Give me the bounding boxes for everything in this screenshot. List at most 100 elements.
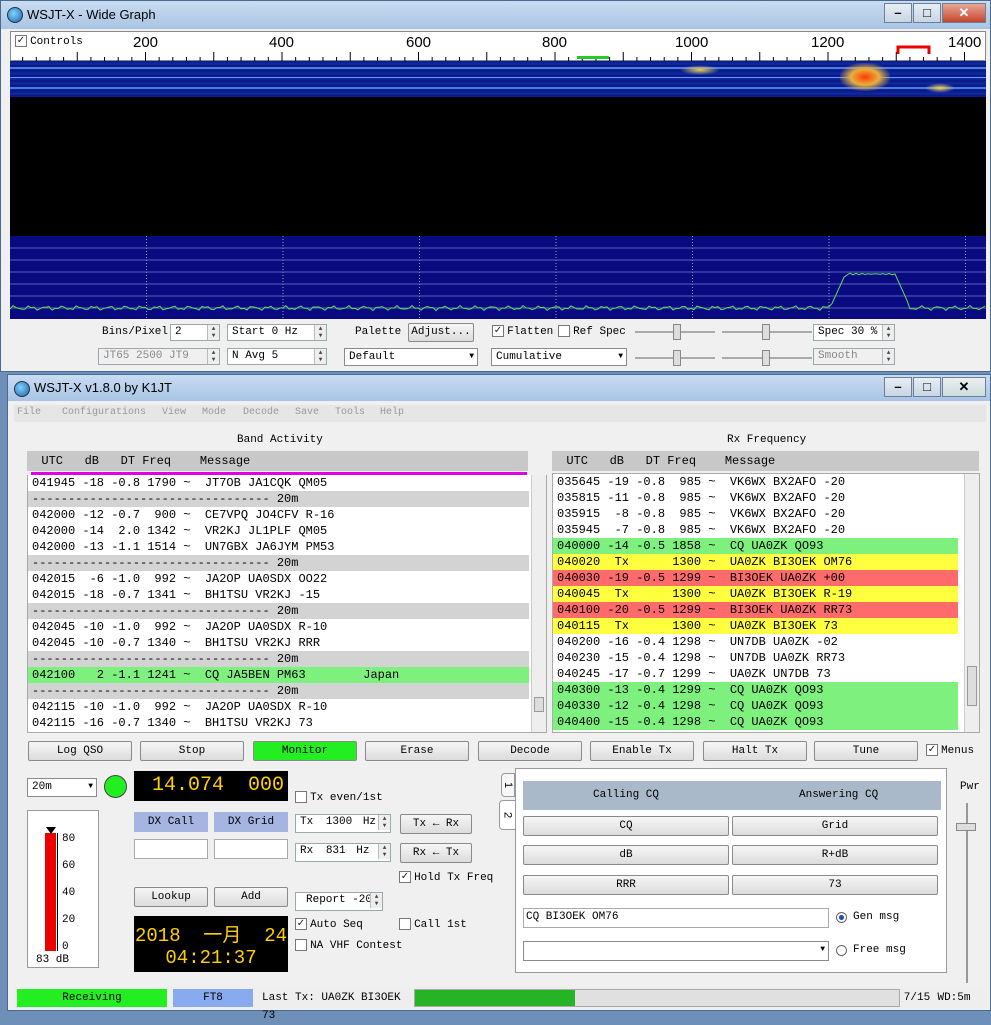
free-msg-radio[interactable]: [836, 945, 847, 956]
rx-frequency-row[interactable]: 040245 -17 -0.7 1299 ~ UA0ZK UN7DB 73: [553, 666, 958, 682]
tab-1[interactable]: 1: [501, 773, 515, 797]
band-activity-row[interactable]: 042000 -13 -1.1 1514 ~ UN7GBX JA6JYM PM5…: [28, 539, 529, 555]
band-activity-row[interactable]: --------------------------------- 20m: [28, 491, 529, 507]
menu-view[interactable]: View: [162, 407, 186, 418]
halt-tx-button[interactable]: Halt Tx: [703, 741, 807, 761]
start-spinbox[interactable]: Start 0 Hz ▲ ▼: [227, 324, 327, 341]
tab-2[interactable]: 2: [499, 800, 515, 830]
main-titlebar[interactable]: WSJT-X v1.8.0 by K1JT – □ ✕: [8, 375, 990, 401]
band-activity-scrollbar[interactable]: [531, 475, 546, 732]
rx-frequency-row[interactable]: 040000 -14 -0.5 1858 ~ CQ UA0ZK QO93: [553, 538, 958, 554]
rx-frequency-row[interactable]: 040200 -16 -0.4 1298 ~ UN7DB UA0ZK -02: [553, 634, 958, 650]
auto-seq-checkbox[interactable]: ✓: [295, 918, 307, 931]
flatten-checkbox[interactable]: ✓: [492, 325, 504, 338]
tx-from-rx-button[interactable]: Tx ← Rx: [400, 814, 472, 834]
band-activity-row[interactable]: 042115 -16 -0.7 1340 ~ BH1TSU VR2KJ 73: [28, 715, 529, 731]
spectrum-combo[interactable]: Cumulative: [491, 348, 627, 366]
band-combo[interactable]: 20m: [27, 778, 97, 797]
add-button[interactable]: Add: [214, 887, 288, 907]
rx-frequency-row[interactable]: 035815 -11 -0.8 985 ~ VK6WX BX2AFO -20: [553, 490, 958, 506]
ref-spec-checkbox[interactable]: [558, 325, 570, 338]
rx-frequency-row[interactable]: 040020 Tx 1300 ~ UA0ZK BI3OEK OM76: [553, 554, 958, 570]
waterfall-display[interactable]: [10, 61, 986, 236]
rx-frequency-row[interactable]: 040100 -20 -0.5 1299 ~ BI3OEK UA0ZK RR73: [553, 602, 958, 618]
rx-frequency-row[interactable]: 040045 Tx 1300 ~ UA0ZK BI3OEK R-19: [553, 586, 958, 602]
monitor-button[interactable]: Monitor: [253, 741, 357, 761]
smooth-spinbox[interactable]: Smooth 1▲▼: [813, 348, 895, 365]
band-activity-row[interactable]: 042000 -12 -0.7 900 ~ CE7VPQ JO4CFV R-16: [28, 507, 529, 523]
73-button[interactable]: 73: [732, 875, 938, 895]
rrr-button[interactable]: RRR: [523, 875, 729, 895]
wide-graph-titlebar[interactable]: WSJT-X - Wide Graph – □ ✕: [1, 1, 990, 29]
call-1st-toggle[interactable]: Call 1st: [399, 918, 467, 931]
band-activity-row[interactable]: 042000 -14 2.0 1342 ~ VR2KJ JL1PLF QM05: [28, 523, 529, 539]
menu-help[interactable]: Help: [380, 407, 404, 418]
rx-frequency-row[interactable]: 040330 -12 -0.4 1298 ~ CQ UA0ZK QO93: [553, 698, 958, 714]
minimize-button[interactable]: –: [884, 377, 912, 397]
free-msg-combo[interactable]: [523, 941, 829, 961]
lookup-button[interactable]: Lookup: [134, 887, 208, 907]
enable-tx-button[interactable]: Enable Tx: [590, 741, 694, 761]
zero2-slider[interactable]: [722, 350, 812, 366]
palette-combo[interactable]: Default: [344, 348, 478, 366]
rx-frequency-row[interactable]: 040030 -19 -0.5 1299 ~ BI3OEK UA0ZK +00: [553, 570, 958, 586]
tx-freq-spinbox[interactable]: Tx 1300 Hz ▲ ▼: [295, 814, 391, 833]
call-1st-checkbox[interactable]: [399, 918, 411, 931]
rx-frequency-row[interactable]: 035945 -7 -0.8 985 ~ VK6WX BX2AFO -20: [553, 522, 958, 538]
menus-checkbox[interactable]: ✓: [926, 744, 938, 757]
menu-decode[interactable]: Decode: [243, 407, 279, 418]
rx-frequency-row[interactable]: 035645 -19 -0.8 985 ~ VK6WX BX2AFO -20: [553, 474, 958, 490]
na-vhf-toggle[interactable]: NA VHF Contest: [295, 939, 402, 952]
zero-slider[interactable]: [722, 324, 812, 340]
band-activity-row[interactable]: --------------------------------- 20m: [28, 555, 529, 571]
band-activity-row[interactable]: 042045 -10 -1.0 992 ~ JA2OP UA0SDX R-10: [28, 619, 529, 635]
band-activity-row[interactable]: --------------------------------- 20m: [28, 651, 529, 667]
erase-button[interactable]: Erase: [365, 741, 469, 761]
tx-even-toggle[interactable]: Tx even/1st: [295, 791, 383, 804]
ref-spec-toggle[interactable]: Ref Spec: [558, 325, 626, 338]
r-db-button[interactable]: R+dB: [732, 845, 938, 865]
navg-spinbox[interactable]: N Avg 5 ▲ ▼: [227, 348, 327, 365]
maximize-button[interactable]: □: [913, 3, 941, 23]
minimize-button[interactable]: –: [884, 3, 912, 23]
spec-spinbox[interactable]: Spec 30 % ▲ ▼: [813, 324, 895, 341]
flatten-toggle[interactable]: ✓ Flatten: [492, 325, 553, 338]
rx-frequency-row[interactable]: 040115 Tx 1300 ~ UA0ZK BI3OEK 73: [553, 618, 958, 634]
band-activity-row[interactable]: 041945 -18 -0.8 1790 ~ JT7OB JA1CQK QM05: [28, 475, 529, 491]
band-activity-row[interactable]: --------------------------------- 20m: [28, 683, 529, 699]
decode-button[interactable]: Decode: [478, 741, 582, 761]
gen-msg-radio[interactable]: [836, 912, 847, 923]
rx-frequency-row[interactable]: 035915 -8 -0.8 985 ~ VK6WX BX2AFO -20: [553, 506, 958, 522]
band-activity-row[interactable]: 042100 2 -1.1 1241 ~ CQ JA5BEN PM63 Japa…: [28, 667, 529, 683]
grid-button[interactable]: Grid: [732, 816, 938, 836]
rx-frequency-scrollbar[interactable]: [964, 474, 979, 732]
tx-even-checkbox[interactable]: [295, 791, 307, 804]
band-activity-row[interactable]: --------------------------------- 20m: [28, 603, 529, 619]
adjust-button[interactable]: Adjust...: [408, 323, 474, 342]
gain-slider[interactable]: [635, 324, 715, 340]
report-spinbox[interactable]: Report -20 ▲ ▼: [295, 892, 383, 911]
na-vhf-checkbox[interactable]: [295, 939, 307, 952]
rx-frequency-row[interactable]: 040300 -13 -0.4 1299 ~ CQ UA0ZK QO93: [553, 682, 958, 698]
rx-frequency-list[interactable]: 035645 -19 -0.8 985 ~ VK6WX BX2AFO -20 03…: [552, 473, 980, 733]
rx-frequency-row[interactable]: 040230 -15 -0.4 1298 ~ UN7DB UA0ZK RR73: [553, 650, 958, 666]
tune-button[interactable]: Tune: [814, 741, 918, 761]
rx-frequency-row[interactable]: 040400 -15 -0.4 1298 ~ CQ UA0ZK QO93: [553, 714, 958, 730]
close-button[interactable]: ✕: [942, 377, 986, 397]
hold-tx-toggle[interactable]: ✓ Hold Tx Freq: [399, 871, 493, 884]
log-qso-button[interactable]: Log QSO: [28, 741, 132, 761]
bins-spinbox[interactable]: 2 ▲ ▼: [170, 324, 220, 341]
band-activity-row[interactable]: 042015 -6 -1.0 992 ~ JA2OP UA0SDX OO22: [28, 571, 529, 587]
band-activity-row[interactable]: 042115 -10 -1.0 992 ~ JA2OP UA0SDX R-10: [28, 699, 529, 715]
gen-msg-input[interactable]: CQ BI3OEK OM76: [523, 908, 829, 928]
menu-file[interactable]: File: [17, 407, 41, 418]
rx-freq-spinbox[interactable]: Rx 831 Hz ▲ ▼: [295, 843, 391, 862]
rx-from-tx-button[interactable]: Rx ← Tx: [400, 843, 472, 863]
menu-configurations[interactable]: Configurations: [62, 407, 146, 418]
close-button[interactable]: ✕: [942, 3, 986, 23]
band-activity-row[interactable]: 042015 -18 -0.7 1341 ~ BH1TSU VR2KJ -15: [28, 587, 529, 603]
menu-save[interactable]: Save: [295, 407, 319, 418]
dx-call-input[interactable]: [134, 839, 208, 859]
dx-grid-input[interactable]: [214, 839, 288, 859]
auto-seq-toggle[interactable]: ✓ Auto Seq: [295, 918, 363, 931]
